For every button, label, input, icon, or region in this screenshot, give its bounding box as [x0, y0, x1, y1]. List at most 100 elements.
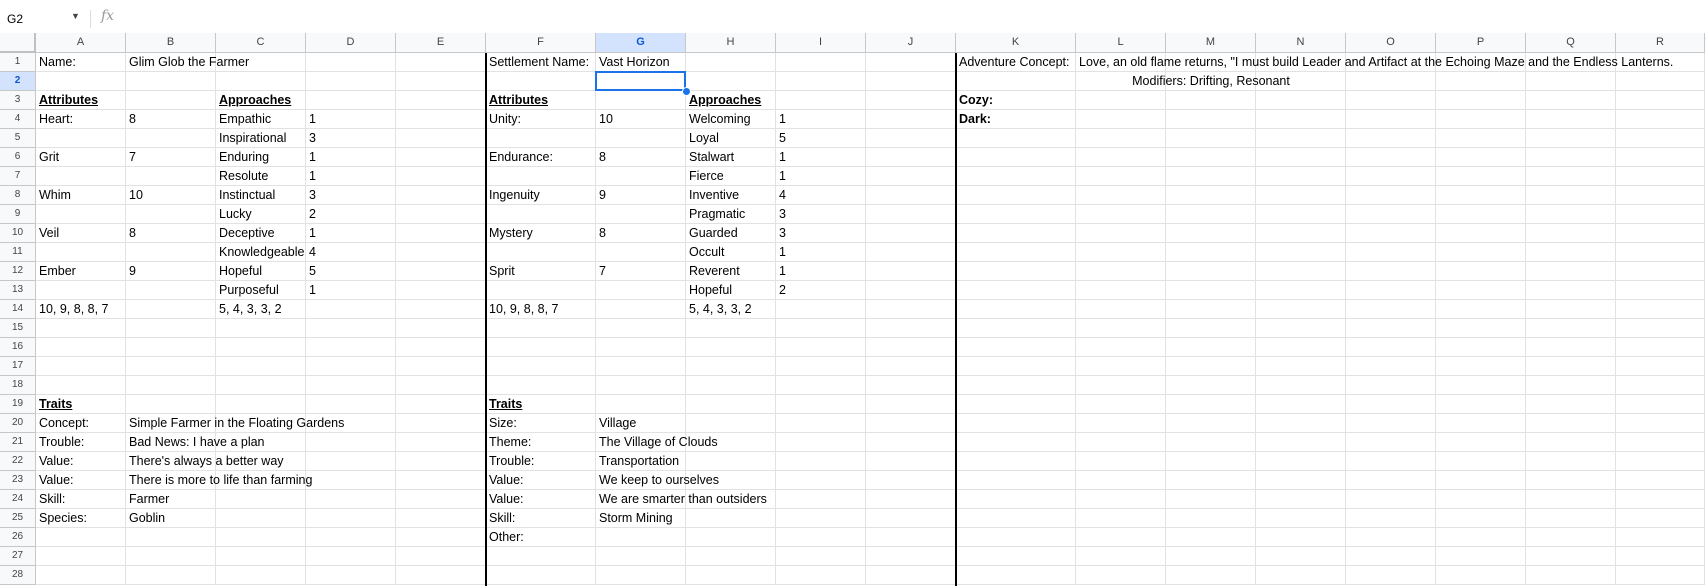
- cell-e26[interactable]: [396, 528, 486, 547]
- cell-h1[interactable]: [686, 53, 776, 72]
- cell-d2[interactable]: [306, 72, 396, 91]
- cell-m20[interactable]: [1166, 414, 1256, 433]
- cell-f28[interactable]: [486, 566, 596, 585]
- cell-l6[interactable]: [1076, 148, 1166, 167]
- cell-p9[interactable]: [1436, 205, 1526, 224]
- cell-g10[interactable]: [596, 224, 686, 243]
- cell-g3[interactable]: [596, 91, 686, 110]
- cell-j27[interactable]: [866, 547, 956, 566]
- cell-j13[interactable]: [866, 281, 956, 300]
- cell-r9[interactable]: [1616, 205, 1705, 224]
- cell-e23[interactable]: [396, 471, 486, 490]
- cell-d16[interactable]: [306, 338, 396, 357]
- cell-p28[interactable]: [1436, 566, 1526, 585]
- cell-n8[interactable]: [1256, 186, 1346, 205]
- cell-l12[interactable]: [1076, 262, 1166, 281]
- cell-l13[interactable]: [1076, 281, 1166, 300]
- cell-i8[interactable]: [776, 186, 866, 205]
- cell-j18[interactable]: [866, 376, 956, 395]
- cell-e8[interactable]: [396, 186, 486, 205]
- cell-j21[interactable]: [866, 433, 956, 452]
- row-header-18[interactable]: 18: [0, 376, 36, 395]
- cell-a11[interactable]: [36, 243, 126, 262]
- cell-c19[interactable]: [216, 395, 306, 414]
- cell-a7[interactable]: [36, 167, 126, 186]
- cell-n15[interactable]: [1256, 319, 1346, 338]
- cell-h28[interactable]: [686, 566, 776, 585]
- cell-n10[interactable]: [1256, 224, 1346, 243]
- cell-r5[interactable]: [1616, 129, 1705, 148]
- cell-p5[interactable]: [1436, 129, 1526, 148]
- cell-m11[interactable]: [1166, 243, 1256, 262]
- cell-g13[interactable]: [596, 281, 686, 300]
- column-header-d[interactable]: D: [306, 33, 396, 53]
- cell-j23[interactable]: [866, 471, 956, 490]
- cell-b18[interactable]: [126, 376, 216, 395]
- cell-b15[interactable]: [126, 319, 216, 338]
- cell-d4[interactable]: [306, 110, 396, 129]
- cell-g8[interactable]: [596, 186, 686, 205]
- cell-b16[interactable]: [126, 338, 216, 357]
- cell-q2[interactable]: [1526, 72, 1616, 91]
- cell-f17[interactable]: [486, 357, 596, 376]
- cell-m28[interactable]: [1166, 566, 1256, 585]
- row-header-20[interactable]: 20: [0, 414, 36, 433]
- row-header-13[interactable]: 13: [0, 281, 36, 300]
- cell-k11[interactable]: [956, 243, 1076, 262]
- cell-l5[interactable]: [1076, 129, 1166, 148]
- cell-g19[interactable]: [596, 395, 686, 414]
- cell-j11[interactable]: [866, 243, 956, 262]
- cell-n26[interactable]: [1256, 528, 1346, 547]
- cell-g18[interactable]: [596, 376, 686, 395]
- cell-a5[interactable]: [36, 129, 126, 148]
- column-header-a[interactable]: A: [36, 33, 126, 53]
- cell-i12[interactable]: [776, 262, 866, 281]
- row-header-3[interactable]: 3: [0, 91, 36, 110]
- cell-d18[interactable]: [306, 376, 396, 395]
- column-header-q[interactable]: Q: [1526, 33, 1616, 53]
- cell-f27[interactable]: [486, 547, 596, 566]
- cell-a9[interactable]: [36, 205, 126, 224]
- cell-o16[interactable]: [1346, 338, 1436, 357]
- row-header-6[interactable]: 6: [0, 148, 36, 167]
- cell-a2[interactable]: [36, 72, 126, 91]
- cell-e5[interactable]: [396, 129, 486, 148]
- cell-g9[interactable]: [596, 205, 686, 224]
- cell-r26[interactable]: [1616, 528, 1705, 547]
- cell-m16[interactable]: [1166, 338, 1256, 357]
- cell-b10[interactable]: [126, 224, 216, 243]
- cell-g16[interactable]: [596, 338, 686, 357]
- row-header-11[interactable]: 11: [0, 243, 36, 262]
- cell-i23[interactable]: [776, 471, 866, 490]
- cell-o21[interactable]: [1346, 433, 1436, 452]
- cell-k6[interactable]: [956, 148, 1076, 167]
- cell-r14[interactable]: [1616, 300, 1705, 319]
- cell-n12[interactable]: [1256, 262, 1346, 281]
- cell-q7[interactable]: [1526, 167, 1616, 186]
- cell-j4[interactable]: [866, 110, 956, 129]
- cell-d22[interactable]: [306, 452, 396, 471]
- cell-l25[interactable]: [1076, 509, 1166, 528]
- cell-p16[interactable]: [1436, 338, 1526, 357]
- cell-j12[interactable]: [866, 262, 956, 281]
- cell-c26[interactable]: [216, 528, 306, 547]
- cell-o24[interactable]: [1346, 490, 1436, 509]
- cell-k27[interactable]: [956, 547, 1076, 566]
- cell-r20[interactable]: [1616, 414, 1705, 433]
- cell-c2[interactable]: [216, 72, 306, 91]
- cell-e17[interactable]: [396, 357, 486, 376]
- cell-e3[interactable]: [396, 91, 486, 110]
- cell-m9[interactable]: [1166, 205, 1256, 224]
- cell-e2[interactable]: [396, 72, 486, 91]
- cell-m5[interactable]: [1166, 129, 1256, 148]
- cell-j7[interactable]: [866, 167, 956, 186]
- cell-k14[interactable]: [956, 300, 1076, 319]
- cell-l9[interactable]: [1076, 205, 1166, 224]
- cell-j8[interactable]: [866, 186, 956, 205]
- cell-r7[interactable]: [1616, 167, 1705, 186]
- cell-c24[interactable]: [216, 490, 306, 509]
- cell-e14[interactable]: [396, 300, 486, 319]
- cell-a15[interactable]: [36, 319, 126, 338]
- cell-g5[interactable]: [596, 129, 686, 148]
- cell-h22[interactable]: [686, 452, 776, 471]
